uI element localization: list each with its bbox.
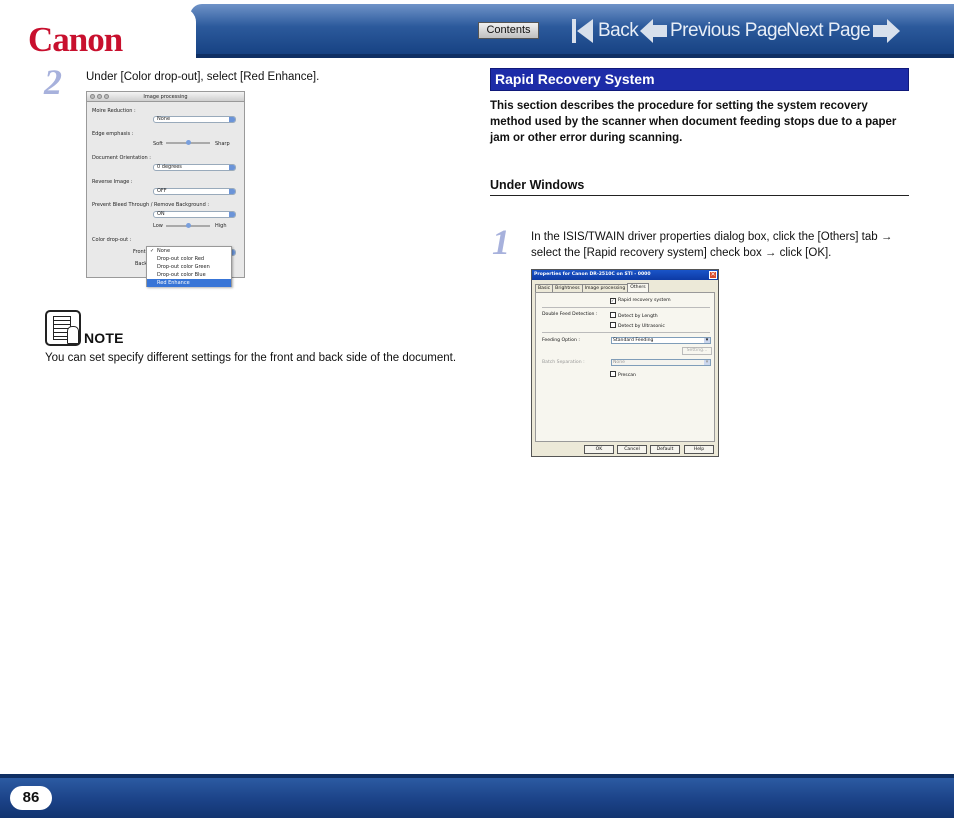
step-instruction: Under [Color drop-out], select [Red Enha… <box>86 71 320 83</box>
contents-button[interactable]: Contents <box>478 22 539 39</box>
reverse-label: Reverse Image : <box>92 179 133 185</box>
detect-length-checkbox: Detect by Length <box>610 312 658 319</box>
window-controls <box>90 94 109 99</box>
edge-high-label: Sharp <box>215 141 230 147</box>
tab-basic: Basic <box>535 284 554 292</box>
tab-image-processing: Image processing <box>581 284 629 292</box>
arrow-right-icon <box>873 19 901 43</box>
edge-slider <box>166 140 210 145</box>
moire-select: None <box>153 116 236 123</box>
bleed-low-label: Low <box>153 223 163 229</box>
dialog-tabs: Basic Brightness Image processing Others <box>535 283 649 292</box>
window-title: Image processing <box>143 94 188 100</box>
previous-page-label: Previous Page <box>670 20 788 41</box>
edge-low-label: Soft <box>153 141 163 147</box>
back-button[interactable]: Back <box>572 16 639 46</box>
close-icon: ✕ <box>709 271 717 279</box>
default-button: Default <box>650 445 680 454</box>
step-instruction: In the ISIS/TWAIN driver properties dial… <box>531 231 893 259</box>
front-label: Front <box>133 249 146 255</box>
note-text: You can set specify different settings f… <box>45 352 457 364</box>
tab-others: Others <box>627 283 649 292</box>
window-titlebar: Image processing <box>87 92 244 102</box>
note-heading: NOTE <box>84 330 124 346</box>
next-page-button[interactable]: Next Page <box>786 16 901 46</box>
batch-separation-select: None <box>611 359 711 366</box>
arrow-left-icon <box>640 19 667 43</box>
menu-item-selected: Red Enhance <box>147 279 231 287</box>
section-title: Rapid Recovery System <box>490 68 909 91</box>
dialog-titlebar: Properties for Canon DR-2510C on STI - 0… <box>532 270 718 280</box>
dropout-menu: None Drop-out color Red Drop-out color G… <box>146 246 232 287</box>
subheading: Under Windows <box>490 178 909 196</box>
note-icon <box>45 310 81 346</box>
menu-item: Drop-out color Red <box>157 256 205 262</box>
setting-button: Setting... <box>682 347 712 355</box>
rapid-recovery-checkbox: Rapid recovery system <box>610 298 671 304</box>
batch-separation-label: Batch Separation : <box>542 360 585 365</box>
page-footer <box>0 774 954 818</box>
orientation-label: Document Orientation : <box>92 155 151 161</box>
step-number: 2 <box>44 62 62 102</box>
moire-label: Moire Reduction : <box>92 108 136 114</box>
reverse-select: OFF <box>153 188 236 195</box>
edge-label: Edge emphasis : <box>92 131 134 137</box>
properties-dialog-screenshot: Properties for Canon DR-2510C on STI - 0… <box>531 269 719 457</box>
page-header: Canon Contents Back Previous Page Next P… <box>0 0 954 58</box>
dropout-label: Color drop-out : <box>92 237 132 243</box>
page-number: 86 <box>10 786 52 810</box>
dialog-title: Properties for Canon DR-2510C on STI - 0… <box>534 272 651 277</box>
step-number: 1 <box>492 222 510 262</box>
detect-ultrasonic-checkbox: Detect by Ultrasonic <box>610 322 665 329</box>
help-button: Help <box>684 445 714 454</box>
cancel-button: Cancel <box>617 445 647 454</box>
menu-item: Drop-out color Blue <box>157 272 206 278</box>
bleed-label: Prevent Bleed Through / Remove Backgroun… <box>92 202 210 208</box>
menu-item: Drop-out color Green <box>157 264 210 270</box>
image-processing-screenshot: Image processing Moire Reduction : None … <box>86 91 245 287</box>
back-label: Back <box>598 20 639 41</box>
divider <box>542 332 710 333</box>
bleed-select: ON <box>153 211 236 218</box>
next-page-label: Next Page <box>786 20 871 41</box>
prescan-checkbox: Prescan <box>610 371 636 378</box>
feeding-option-select: Standard Feeding <box>611 337 711 344</box>
canon-logo: Canon <box>28 20 123 59</box>
back-icon <box>572 18 594 44</box>
divider <box>542 307 710 308</box>
logo-tab: Canon <box>0 8 196 58</box>
bleed-slider <box>166 223 210 228</box>
orientation-select: 0 degrees <box>153 164 236 171</box>
section-intro: This section describes the procedure for… <box>490 100 897 144</box>
menu-item: None <box>147 247 231 255</box>
previous-page-button[interactable]: Previous Page <box>640 16 788 46</box>
feeding-option-label: Feeding Option : <box>542 338 580 343</box>
double-feed-label: Double Feed Detection : <box>542 312 598 317</box>
others-panel: Rapid recovery system Double Feed Detect… <box>535 292 715 442</box>
tab-brightness: Brightness <box>552 284 583 292</box>
bleed-high-label: High <box>215 223 227 229</box>
ok-button: OK <box>584 445 614 454</box>
